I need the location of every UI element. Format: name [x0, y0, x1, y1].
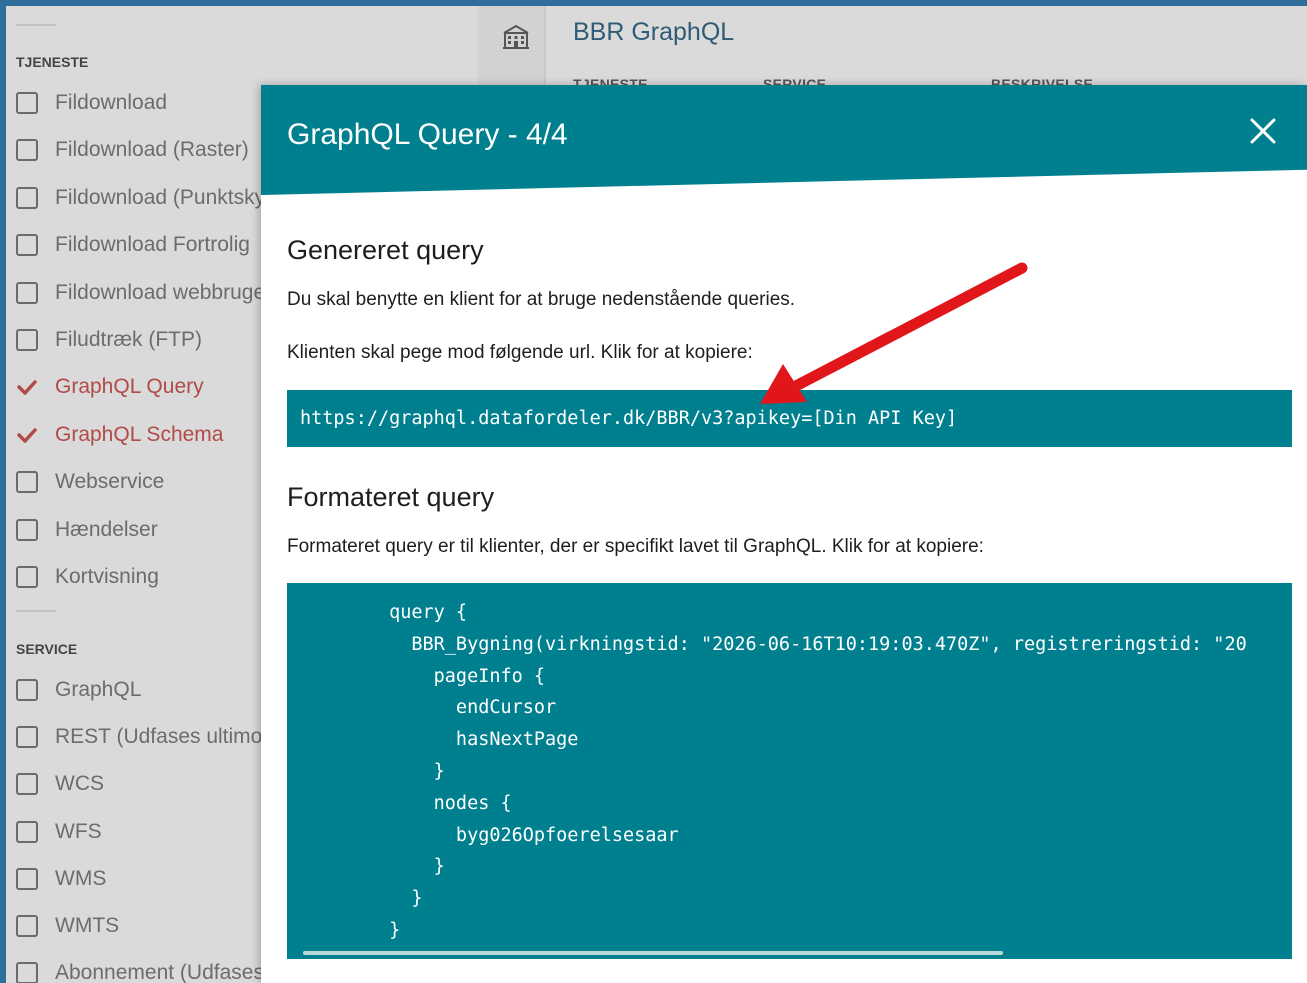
filter-item-label: REST (Udfases ultimo	[55, 725, 263, 749]
formatted-query-text: Formateret query er til klienter, der er…	[287, 536, 984, 557]
checkbox[interactable]	[16, 962, 38, 983]
checkbox[interactable]	[16, 726, 38, 749]
code-line: }	[300, 888, 423, 910]
checkbox[interactable]	[16, 820, 38, 843]
filter-item[interactable]: WCS	[16, 769, 104, 799]
horizontal-scrollbar[interactable]	[303, 951, 1003, 955]
building-icon	[503, 24, 529, 49]
checkbox[interactable]	[16, 867, 38, 890]
filter-item-label: Hændelser	[55, 517, 158, 541]
close-icon[interactable]	[1245, 113, 1281, 149]
divider	[16, 610, 56, 612]
filter-item-label: WMS	[55, 866, 107, 890]
code-line: pageInfo {	[300, 665, 546, 687]
code-line: }	[300, 761, 445, 782]
checkbox[interactable]	[16, 679, 38, 701]
filter-item[interactable]: Abonnement (Udfases	[16, 958, 264, 983]
filter-heading-tjeneste: TJENESTE	[16, 54, 89, 70]
filter-item[interactable]: GraphQL	[16, 675, 141, 705]
code-line: BBR_Bygning(virkningstid: "2026-06-16T10…	[300, 633, 1247, 655]
filter-item-label: Webservice	[55, 470, 165, 494]
filter-item[interactable]: Filudtræk (FTP)	[16, 325, 202, 355]
checkbox[interactable]	[16, 915, 38, 937]
filter-item-label: WCS	[55, 772, 104, 796]
checkbox[interactable]	[16, 92, 38, 114]
filter-item[interactable]: Fildownload Fortrolig	[16, 230, 250, 260]
filter-item[interactable]: Hændelser	[16, 515, 158, 545]
checkmark-icon	[16, 427, 38, 443]
checkbox[interactable]	[16, 186, 38, 209]
formatted-query-heading: Formateret query	[287, 482, 495, 512]
checkbox[interactable]	[16, 518, 38, 541]
filter-item-label: WMTS	[55, 914, 120, 937]
filter-item[interactable]: WMTS	[16, 911, 119, 941]
url-instruction-text: Klienten skal pege mod følgende url. Kli…	[287, 342, 753, 363]
filter-item[interactable]: GraphQL Schema	[16, 420, 223, 450]
client-instruction-text: Du skal benytte en klient for at bruge n…	[287, 289, 796, 310]
filter-item[interactable]: Fildownload	[16, 88, 167, 118]
filter-item[interactable]: GraphQL Query	[16, 372, 204, 402]
filter-item-label: Fildownload	[55, 91, 168, 114]
filter-item[interactable]: Fildownload webbruge	[16, 278, 265, 308]
endpoint-url-copy-box[interactable]: https://graphql.datafordeler.dk/BBR/v3?a…	[287, 390, 1292, 447]
filter-item-label: Filudtræk (FTP)	[55, 328, 202, 351]
filter-item-label: Fildownload (Punktsky	[55, 185, 266, 209]
filter-item-label: GraphQL	[55, 678, 142, 701]
filter-item-label: Fildownload (Raster)	[55, 138, 249, 162]
modal-title: GraphQL Query - 4/4	[287, 118, 568, 151]
checkbox[interactable]	[16, 329, 38, 351]
code-line: hasNextPage	[300, 729, 579, 751]
filter-item[interactable]: Kortvisning	[16, 562, 159, 592]
code-line: }	[300, 920, 401, 941]
filter-item[interactable]: WFS	[16, 817, 102, 847]
checkmark-icon	[16, 379, 38, 396]
divider	[16, 24, 56, 26]
filter-item[interactable]: WMS	[16, 864, 106, 894]
code-line: }	[300, 856, 445, 878]
filter-item-label: WFS	[55, 819, 102, 843]
checkbox[interactable]	[16, 139, 38, 162]
code-line: query {	[300, 602, 468, 623]
formatted-query-code-box[interactable]: query { BBR_Bygning(virkningstid: "2026-…	[287, 583, 1292, 959]
filter-item[interactable]: Webservice	[16, 467, 164, 497]
checkbox[interactable]	[16, 566, 38, 588]
filter-item-label: Fildownload webbruge	[55, 280, 266, 304]
endpoint-url: https://graphql.datafordeler.dk/BBR/v3?a…	[300, 408, 958, 429]
code-line: nodes {	[300, 792, 512, 814]
filter-item-label: GraphQL Query	[55, 375, 204, 399]
filter-item-label: Fildownload Fortrolig	[55, 233, 250, 257]
filter-item-label: Abonnement (Udfases	[55, 961, 264, 983]
graphql-query-modal: GraphQL Query - 4/4 Genereret query Du s…	[261, 85, 1307, 983]
code-line: byg026Opfoerelsesaar	[300, 824, 679, 846]
filter-item[interactable]: REST (Udfases ultimo	[16, 722, 262, 752]
checkbox[interactable]	[16, 471, 38, 494]
filter-item[interactable]: Fildownload (Punktsky	[16, 183, 265, 213]
filter-item[interactable]: Fildownload (Raster)	[16, 135, 249, 165]
filter-item-label: GraphQL Schema	[55, 422, 224, 446]
generated-query-heading: Genereret query	[287, 235, 484, 265]
page-title: BBR GraphQL	[573, 18, 735, 46]
checkbox[interactable]	[16, 281, 38, 304]
filter-item-label: Kortvisning	[55, 565, 159, 588]
checkbox[interactable]	[16, 773, 38, 796]
filter-heading-service: SERVICE	[16, 641, 78, 657]
checkbox[interactable]	[16, 234, 38, 257]
code-line: endCursor	[300, 697, 557, 719]
